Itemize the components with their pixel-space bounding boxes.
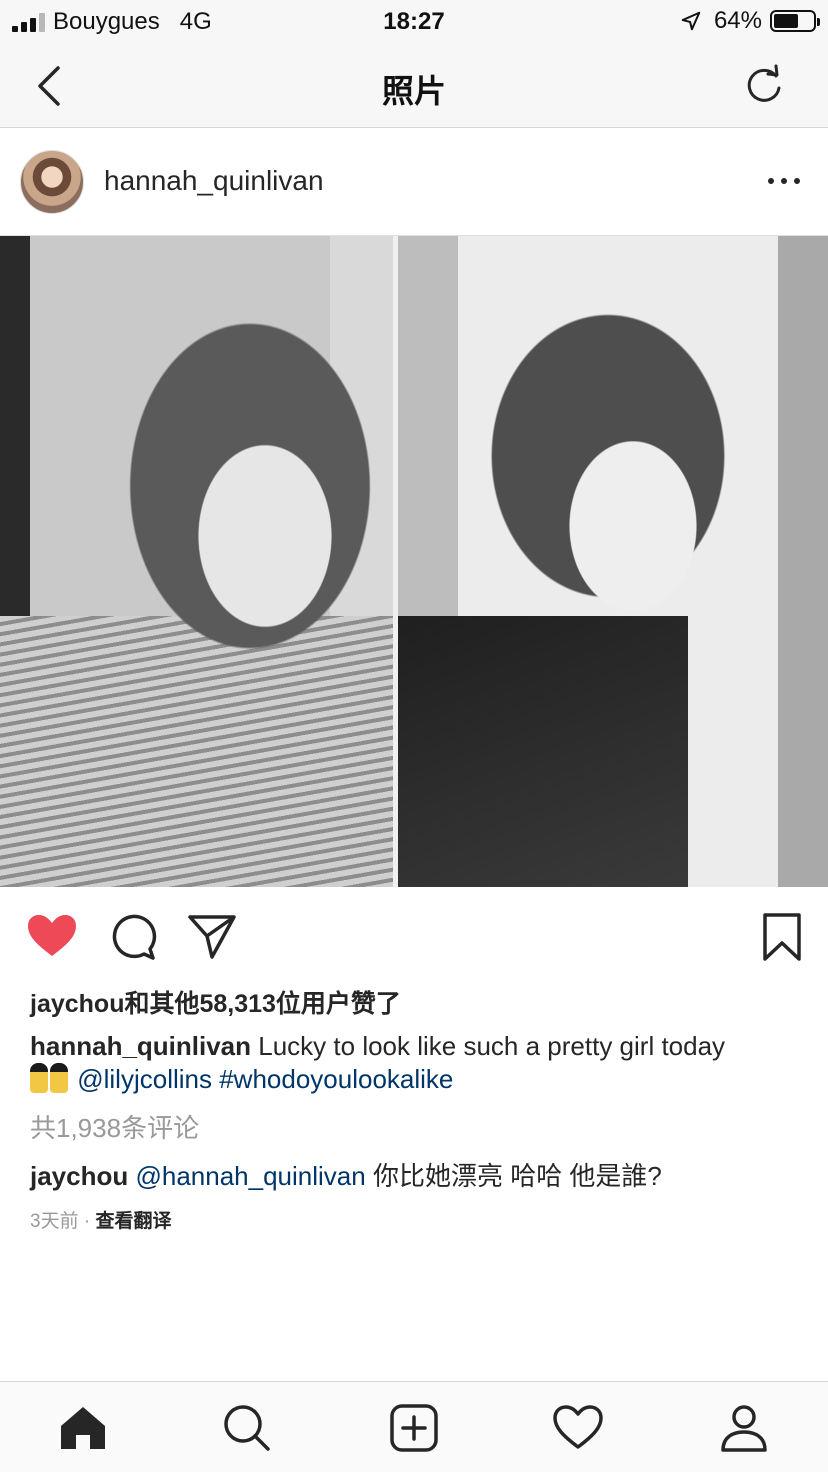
carrier-name: Bouygues <box>53 8 160 35</box>
top-comment: jaychou @hannah_quinlivan 你比她漂亮 哈哈 他是誰? <box>30 1156 810 1193</box>
caption-username[interactable]: hannah_quinlivan <box>30 1031 251 1061</box>
activity-heart-icon[interactable] <box>552 1402 604 1454</box>
comment-username[interactable]: jaychou <box>30 1161 128 1191</box>
status-bar: Bouygues 4G 18:27 64% <box>0 0 828 44</box>
location-arrow-icon <box>680 10 702 32</box>
bookmark-icon[interactable] <box>756 911 808 963</box>
nav-header: 照片 <box>0 44 828 128</box>
refresh-icon[interactable] <box>740 62 788 110</box>
likes-count[interactable]: jaychou和其他58,313位用户赞了 <box>30 984 401 1020</box>
post-caption: hannah_quinlivan Lucky to look like such… <box>30 1030 810 1096</box>
battery-tip <box>817 18 820 26</box>
battery-icon <box>770 10 820 32</box>
status-right: 64% <box>680 7 820 35</box>
post-header: hannah_quinlivan <box>0 129 828 235</box>
avatar[interactable] <box>20 150 84 214</box>
heart-icon[interactable] <box>26 911 78 963</box>
status-left: Bouygues 4G <box>12 8 212 36</box>
signal-strength-icon <box>12 12 45 32</box>
page-title: 照片 <box>381 73 446 109</box>
caption-mention[interactable]: @lilyjcollins <box>77 1064 212 1094</box>
share-icon[interactable] <box>186 911 238 963</box>
more-options-icon[interactable] <box>768 169 800 193</box>
photo-left-portrait <box>0 236 393 887</box>
bottom-tab-bar <box>0 1381 828 1472</box>
search-icon[interactable] <box>221 1402 273 1454</box>
profile-icon[interactable] <box>718 1402 770 1454</box>
action-bar <box>0 887 828 987</box>
caption-hashtag[interactable]: #whodoyoulookalike <box>219 1064 453 1094</box>
post-meta: 3天前 · 查看翻译 <box>30 1206 171 1233</box>
post-photo[interactable] <box>0 235 828 887</box>
dancers-emoji-icon <box>30 1063 70 1093</box>
translate-link[interactable]: 查看翻译 <box>95 1211 171 1232</box>
comment-icon[interactable] <box>106 911 158 963</box>
back-chevron-icon[interactable] <box>30 64 70 108</box>
battery-fill <box>774 14 798 28</box>
view-comments-link[interactable]: 共1,938条评论 <box>30 1108 199 1145</box>
add-icon[interactable] <box>388 1402 440 1454</box>
caption-text: Lucky to look like such a pretty girl to… <box>258 1031 726 1061</box>
battery-percent: 64% <box>713 7 762 34</box>
photo-right-portrait <box>398 236 828 887</box>
post-time-ago: 3天前 <box>30 1211 79 1232</box>
post-username[interactable]: hannah_quinlivan <box>104 165 324 197</box>
network-type: 4G <box>179 8 212 35</box>
comment-mention[interactable]: @hannah_quinlivan <box>135 1161 365 1191</box>
home-icon[interactable] <box>57 1402 109 1454</box>
meta-separator: · <box>83 1211 91 1232</box>
comment-text: 你比她漂亮 哈哈 他是誰? <box>372 1161 662 1191</box>
